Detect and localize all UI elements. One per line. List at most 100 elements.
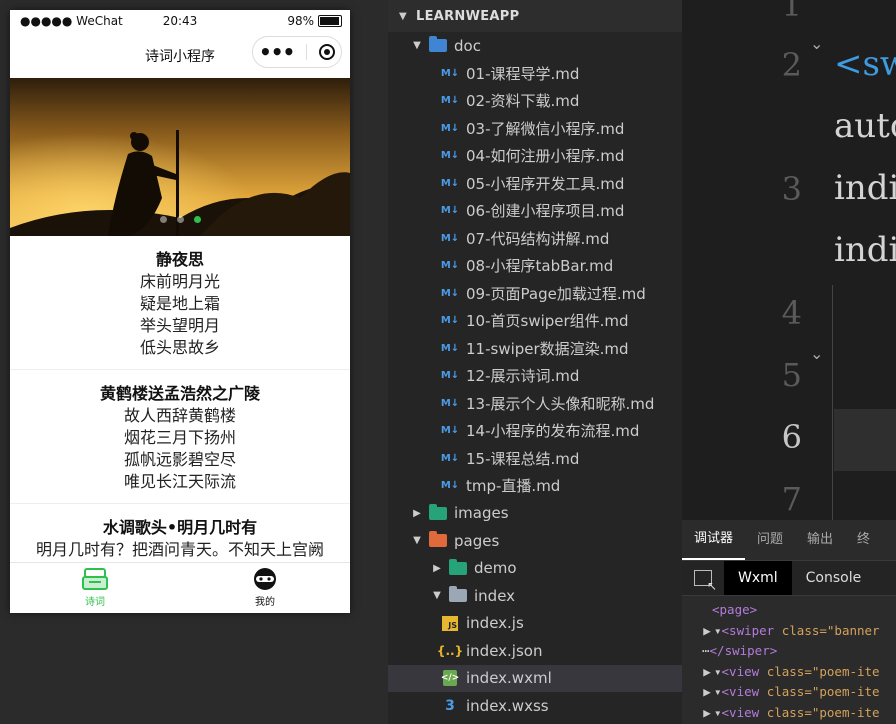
more-icon[interactable]: ••• (259, 42, 295, 62)
tree-item[interactable]: JS index.js (388, 610, 682, 638)
tab-output[interactable]: 输出 (795, 520, 845, 560)
line-number: 3 (781, 170, 802, 208)
expand-triangle-icon[interactable]: ▶ (700, 621, 714, 642)
indicator-dot[interactable] (159, 216, 167, 223)
tree-item[interactable]: M↓ 02-资料下载.md (388, 87, 682, 115)
project-header[interactable]: ▼ LEARNWEAPP (388, 0, 682, 32)
js-file-icon: JS (440, 615, 460, 631)
tree-item[interactable]: M↓ 11-swiper数据渲染.md (388, 335, 682, 363)
expand-triangle-icon[interactable]: ▶ (700, 682, 714, 703)
tree-item-label: 11-swiper数据渲染.md (466, 339, 629, 358)
tab-poems[interactable]: 诗词 (10, 563, 180, 613)
tree-item[interactable]: ▶ images (388, 500, 682, 528)
poem-list[interactable]: 静夜思 床前明月光 疑是地上霜 举头望明月 低头思故乡 黄鹤楼送孟浩然之广陵 故… (10, 236, 350, 562)
menu-capsule[interactable]: ••• (252, 36, 342, 68)
markdown-file-icon: M↓ (440, 342, 460, 354)
code-editor[interactable]: 1 2 3 4 5 6 7 ⌄ ⌄ <swi auto indi indi (682, 0, 896, 520)
tree-item[interactable]: M↓ 07-代码结构讲解.md (388, 225, 682, 253)
tree-item-label: 09-页面Page加载过程.md (466, 284, 646, 303)
tree-item[interactable]: M↓ 01-课程导学.md (388, 60, 682, 88)
markdown-file-icon: M↓ (440, 232, 460, 244)
poem-line: 举头望明月 (139, 316, 220, 335)
simulator-panel: ●●●●● WeChat 20:43 98% 诗词小程序 ••• 静夜思 床前明… (0, 0, 388, 724)
tab-mine[interactable]: 我的 (180, 563, 350, 613)
tree-item[interactable]: M↓ 05-小程序开发工具.md (388, 170, 682, 198)
tree-item[interactable]: </> index.wxml (388, 664, 682, 692)
tree-item[interactable]: M↓ 06-创建小程序项目.md (388, 197, 682, 225)
tree-item[interactable]: M↓ 10-首页swiper组件.md (388, 307, 682, 335)
tab-terminal[interactable]: 终 (845, 520, 882, 560)
tree-item[interactable]: M↓ 08-小程序tabBar.md (388, 252, 682, 280)
banner-swiper[interactable] (10, 78, 350, 236)
xml-node-swiper[interactable]: ▶ ▾<swiper class="banner (682, 621, 896, 642)
xml-node-swiper-close: ⋯</swiper> (702, 643, 778, 658)
fold-chevron-icon[interactable]: ⌄ (810, 34, 823, 53)
tree-item[interactable]: M↓ 13-展示个人头像和昵称.md (388, 390, 682, 418)
tree-item-label: 15-课程总结.md (466, 449, 580, 468)
tree-item[interactable]: M↓ tmp-直播.md (388, 472, 682, 500)
current-line-highlight (834, 409, 896, 471)
xml-node-view[interactable]: ▶ ▾<view class="poem-ite (682, 662, 896, 683)
expand-triangle-icon[interactable]: ▶ (700, 703, 714, 724)
tree-item-label: 13-展示个人头像和昵称.md (466, 394, 655, 413)
tab-poems-label: 诗词 (85, 597, 105, 608)
code-line: indi (834, 168, 896, 208)
chevron-down-icon[interactable]: ▼ (410, 40, 424, 51)
tree-item[interactable]: M↓ 04-如何注册小程序.md (388, 142, 682, 170)
battery-indicator: 98% (287, 14, 342, 28)
markdown-file-icon: M↓ (440, 315, 460, 327)
chevron-down-icon: ▼ (399, 10, 407, 22)
ninja-avatar-icon (254, 568, 276, 590)
expand-triangle-icon[interactable]: ▶ (700, 662, 714, 683)
swiper-indicator[interactable] (10, 216, 350, 223)
tree-item[interactable]: M↓ 09-页面Page加载过程.md (388, 280, 682, 308)
tree-item[interactable]: M↓ 14-小程序的发布流程.md (388, 417, 682, 445)
poem-line: 明月几时有？把酒问青天。不知天上宫阙 (35, 540, 324, 559)
indicator-dot[interactable] (176, 216, 184, 223)
chevron-right-icon[interactable]: ▶ (410, 508, 424, 519)
xml-node-view[interactable]: ▶ ▾<view class="poem-ite (682, 682, 896, 703)
phone-screen: ●●●●● WeChat 20:43 98% 诗词小程序 ••• 静夜思 床前明… (10, 10, 350, 613)
poem-line: 唯见长江天际流 (123, 472, 236, 491)
tree-item-label: index.wxml (466, 669, 552, 688)
fold-chevron-icon[interactable]: ⌄ (810, 344, 823, 363)
tree-item[interactable]: 3 index.wxss (388, 692, 682, 720)
indent-guide (832, 285, 833, 520)
line-number: 7 (781, 480, 802, 518)
tree-item[interactable]: ▼ index (388, 582, 682, 610)
xml-node-view[interactable]: ▶ ▾<view class="poem-ite (682, 703, 896, 724)
tree-item[interactable]: M↓ 15-课程总结.md (388, 445, 682, 473)
poem-title: 黄鹤楼送孟浩然之广陵 (99, 384, 260, 403)
tree-item-label: index (474, 586, 516, 605)
json-file-icon: {..} (436, 643, 464, 658)
tab-debugger[interactable]: 调试器 (682, 520, 746, 560)
xml-node-page[interactable]: <page> (682, 600, 896, 621)
tab-problems[interactable]: 问题 (745, 520, 795, 560)
tree-item-label: index.wxss (466, 696, 549, 715)
markdown-file-icon: M↓ (440, 480, 460, 492)
poem-line: 孤帆远影碧空尽 (123, 450, 236, 469)
tree-item[interactable]: ▼ pages (388, 527, 682, 555)
chevron-down-icon[interactable]: ▼ (430, 590, 444, 601)
inspect-element-icon[interactable] (694, 570, 717, 593)
tree-item[interactable]: ▼ doc (388, 32, 682, 60)
indicator-dot-active[interactable] (193, 216, 201, 223)
tree-item[interactable]: ▶ demo (388, 555, 682, 583)
poem-title: 静夜思 (155, 250, 204, 269)
tree-item[interactable]: {..} index.json (388, 637, 682, 665)
debugger-panel: 调试器 问题 输出 终 Wxml Console <page> ▶▾<swipe… (682, 520, 896, 724)
code-line: <swi (834, 44, 896, 84)
markdown-file-icon: M↓ (440, 67, 460, 79)
status-bar: ●●●●● WeChat 20:43 98% (10, 10, 350, 32)
close-target-icon[interactable] (319, 44, 336, 60)
file-explorer: ▼ LEARNWEAPP ▼ doc M↓ 01-课程导学.md M↓ 02-资料下载.m… (388, 0, 682, 724)
tree-item[interactable]: M↓ 03-了解微信小程序.md (388, 115, 682, 143)
tree-item[interactable]: M↓ 12-展示诗词.md (388, 362, 682, 390)
tree-item-label: tmp-直播.md (466, 477, 561, 496)
tree-item-label: 05-小程序开发工具.md (466, 174, 625, 193)
line-number: 5 (781, 356, 802, 394)
tab-console[interactable]: Console (792, 561, 876, 595)
tab-wxml[interactable]: Wxml (724, 561, 792, 595)
chevron-down-icon[interactable]: ▼ (410, 535, 424, 546)
chevron-right-icon[interactable]: ▶ (430, 563, 444, 574)
